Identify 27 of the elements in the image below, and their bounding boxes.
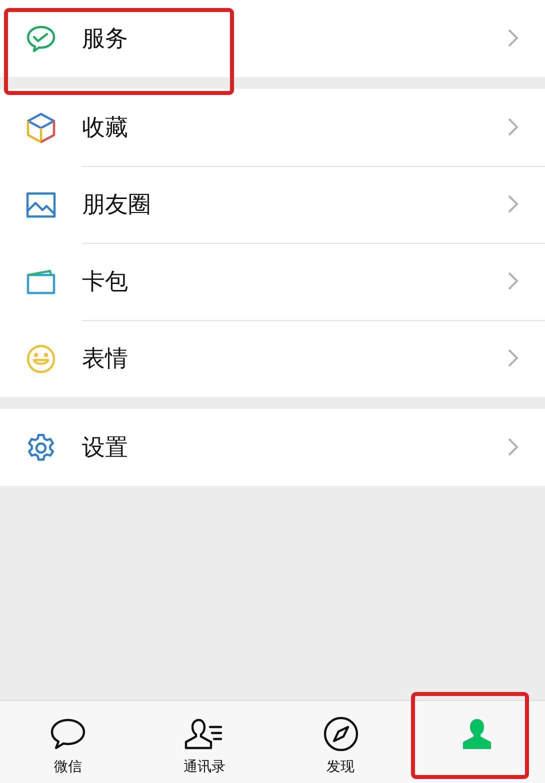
chevron-icon <box>507 437 519 457</box>
smiley-icon <box>26 344 56 374</box>
menu-label: 卡包 <box>82 268 128 297</box>
settings-icon <box>26 432 56 462</box>
tab[interactable]: 微信 <box>0 701 136 783</box>
menu-label: 服务 <box>82 25 128 54</box>
chevron-icon <box>507 348 519 368</box>
chevron-icon <box>507 194 519 214</box>
chat-check-icon <box>26 24 56 52</box>
menu-label: 表情 <box>82 345 128 374</box>
chevron-icon <box>507 271 519 291</box>
landscape-icon <box>26 192 56 218</box>
cube-icon <box>26 112 56 144</box>
menu-label: 设置 <box>82 434 128 463</box>
tab-label: 发现 <box>326 758 355 776</box>
menu-label: 朋友圈 <box>82 191 151 220</box>
chat-bubble-icon <box>50 718 86 750</box>
menu-label: 收藏 <box>82 114 128 143</box>
compass-icon <box>322 716 359 752</box>
chevron-icon <box>507 117 519 137</box>
tab[interactable]: 发现 <box>272 701 409 783</box>
tab-label: 微信 <box>54 758 82 776</box>
chevron-icon <box>507 28 519 48</box>
card-icon <box>26 268 56 294</box>
contacts-icon <box>184 718 224 750</box>
tab[interactable]: 通讯录 <box>136 701 272 783</box>
tab-label: 通讯录 <box>183 758 226 776</box>
